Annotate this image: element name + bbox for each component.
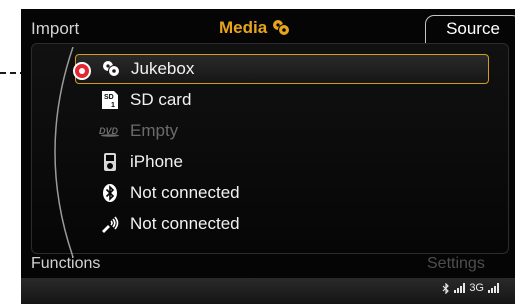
status-indicators: 3G xyxy=(442,282,499,294)
svg-text:SD: SD xyxy=(104,94,114,101)
wireless-audio-icon xyxy=(99,213,121,235)
signal-strength-icon xyxy=(454,283,466,293)
media-title-label: Media xyxy=(219,18,268,37)
status-bar: 3G xyxy=(21,278,515,304)
signal-strength-icon xyxy=(488,283,499,293)
ipod-icon xyxy=(99,151,121,173)
network-type-label: 3G xyxy=(469,282,484,294)
bluetooth-status-icon xyxy=(442,282,450,294)
page-title: Media xyxy=(219,18,291,38)
source-item-label: Not connected xyxy=(130,183,240,202)
source-item-label: Not connected xyxy=(130,214,240,233)
selection-marker xyxy=(73,62,91,80)
tab-source[interactable]: Source xyxy=(425,15,515,43)
functions-softkey[interactable]: Functions xyxy=(31,255,100,273)
source-item-label: Empty xyxy=(130,121,179,140)
bluetooth-icon xyxy=(99,182,121,204)
dvd-icon: DVD xyxy=(99,120,121,142)
source-item-bluetooth[interactable]: Not connected xyxy=(91,178,491,208)
source-item-sd-card[interactable]: SD 1 SD card xyxy=(91,85,491,115)
infotainment-screen: Import Media Source Jukebox SD 1 SD card… xyxy=(21,9,515,304)
jukebox-icon xyxy=(100,58,122,80)
source-item-label: SD card xyxy=(130,90,192,109)
source-item-label: Jukebox xyxy=(131,59,195,78)
source-item-wireless-audio[interactable]: Not connected xyxy=(91,209,491,239)
source-item-dvd: DVD Empty xyxy=(91,116,491,146)
source-item-label: iPhone xyxy=(130,152,183,171)
jukebox-icon xyxy=(273,20,291,36)
svg-text:1: 1 xyxy=(111,102,115,109)
source-item-jukebox[interactable]: Jukebox xyxy=(75,54,489,84)
top-bar: Import Media Source xyxy=(21,9,515,47)
tab-import[interactable]: Import xyxy=(31,19,79,39)
sd-card-icon: SD 1 xyxy=(99,89,121,111)
settings-softkey: Settings xyxy=(427,255,485,272)
source-item-iphone[interactable]: iPhone xyxy=(91,147,491,177)
